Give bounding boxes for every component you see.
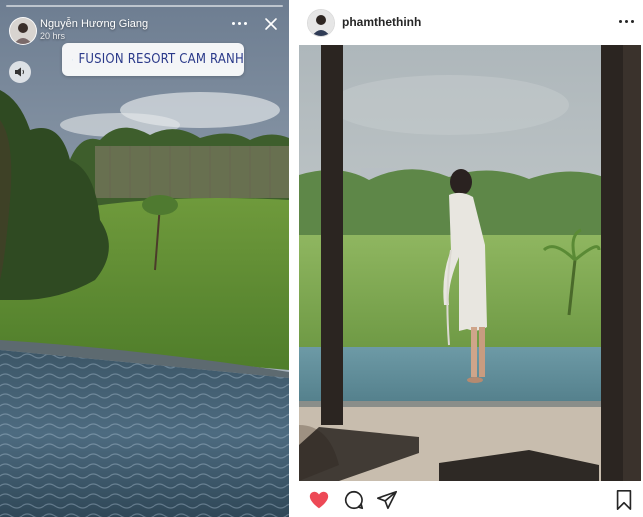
avatar-image (10, 18, 36, 44)
story-progress-bar (6, 5, 283, 7)
location-label: FUSION RESORT CAM RANH (78, 52, 244, 67)
send-icon[interactable] (376, 489, 398, 511)
instagram-post: phamthethinh (297, 0, 643, 517)
story-viewer[interactable]: Nguyễn Hương Giang 20 hrs FUSION RESORT … (0, 0, 289, 517)
story-photo (0, 0, 289, 517)
location-sticker[interactable]: FUSION RESORT CAM RANH (62, 43, 244, 76)
sound-icon[interactable] (9, 61, 31, 83)
avatar[interactable] (307, 9, 335, 37)
bookmark-icon[interactable] (613, 489, 635, 511)
post-username[interactable]: phamthethinh (342, 15, 421, 29)
post-actions (297, 481, 643, 517)
story-username[interactable]: Nguyễn Hương Giang (40, 18, 148, 30)
story-timestamp: 20 hrs (40, 31, 66, 41)
comment-icon[interactable] (343, 489, 365, 511)
more-icon[interactable] (232, 17, 250, 29)
avatar[interactable] (9, 17, 37, 45)
post-photo[interactable] (299, 45, 641, 481)
post-header: phamthethinh (297, 0, 643, 45)
avatar-image (308, 10, 334, 36)
more-icon[interactable] (619, 20, 634, 23)
close-icon[interactable] (264, 17, 278, 31)
heart-filled-icon[interactable] (308, 489, 330, 511)
